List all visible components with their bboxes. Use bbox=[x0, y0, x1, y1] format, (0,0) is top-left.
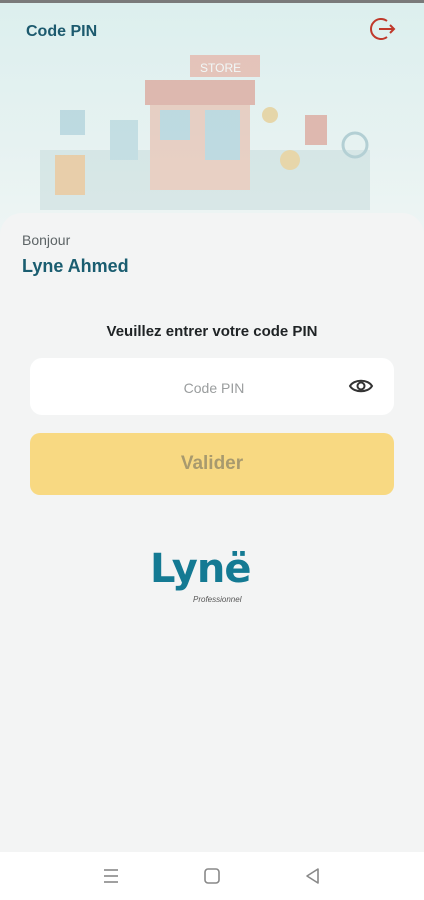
greeting-label: Bonjour bbox=[22, 232, 71, 248]
pin-field bbox=[30, 358, 398, 417]
pin-prompt: Veuillez entrer votre code PIN bbox=[106, 323, 318, 340]
status-bar-edge bbox=[0, 0, 424, 3]
header-banner: STORE Code PIN bbox=[0, 0, 424, 235]
page-title: Code PIN bbox=[26, 23, 98, 40]
user-name: Lyne Ahmed bbox=[22, 256, 129, 276]
submit-button[interactable]: Valider bbox=[30, 433, 394, 495]
brand-logo: Lynë Professionnel bbox=[150, 546, 276, 614]
pin-input[interactable] bbox=[30, 358, 398, 417]
menu-icon[interactable] bbox=[101, 866, 121, 886]
store-illustration: STORE bbox=[40, 55, 370, 210]
logo-text: Lynë bbox=[150, 546, 251, 592]
login-card bbox=[0, 213, 424, 853]
home-square-icon[interactable] bbox=[202, 866, 222, 886]
store-sign: STORE bbox=[200, 61, 241, 75]
system-nav-bar bbox=[0, 852, 424, 900]
logout-icon[interactable] bbox=[369, 15, 397, 43]
logo-subtitle: Professionnel bbox=[193, 595, 242, 604]
back-triangle-icon[interactable] bbox=[303, 866, 323, 886]
eye-icon[interactable] bbox=[348, 375, 374, 397]
